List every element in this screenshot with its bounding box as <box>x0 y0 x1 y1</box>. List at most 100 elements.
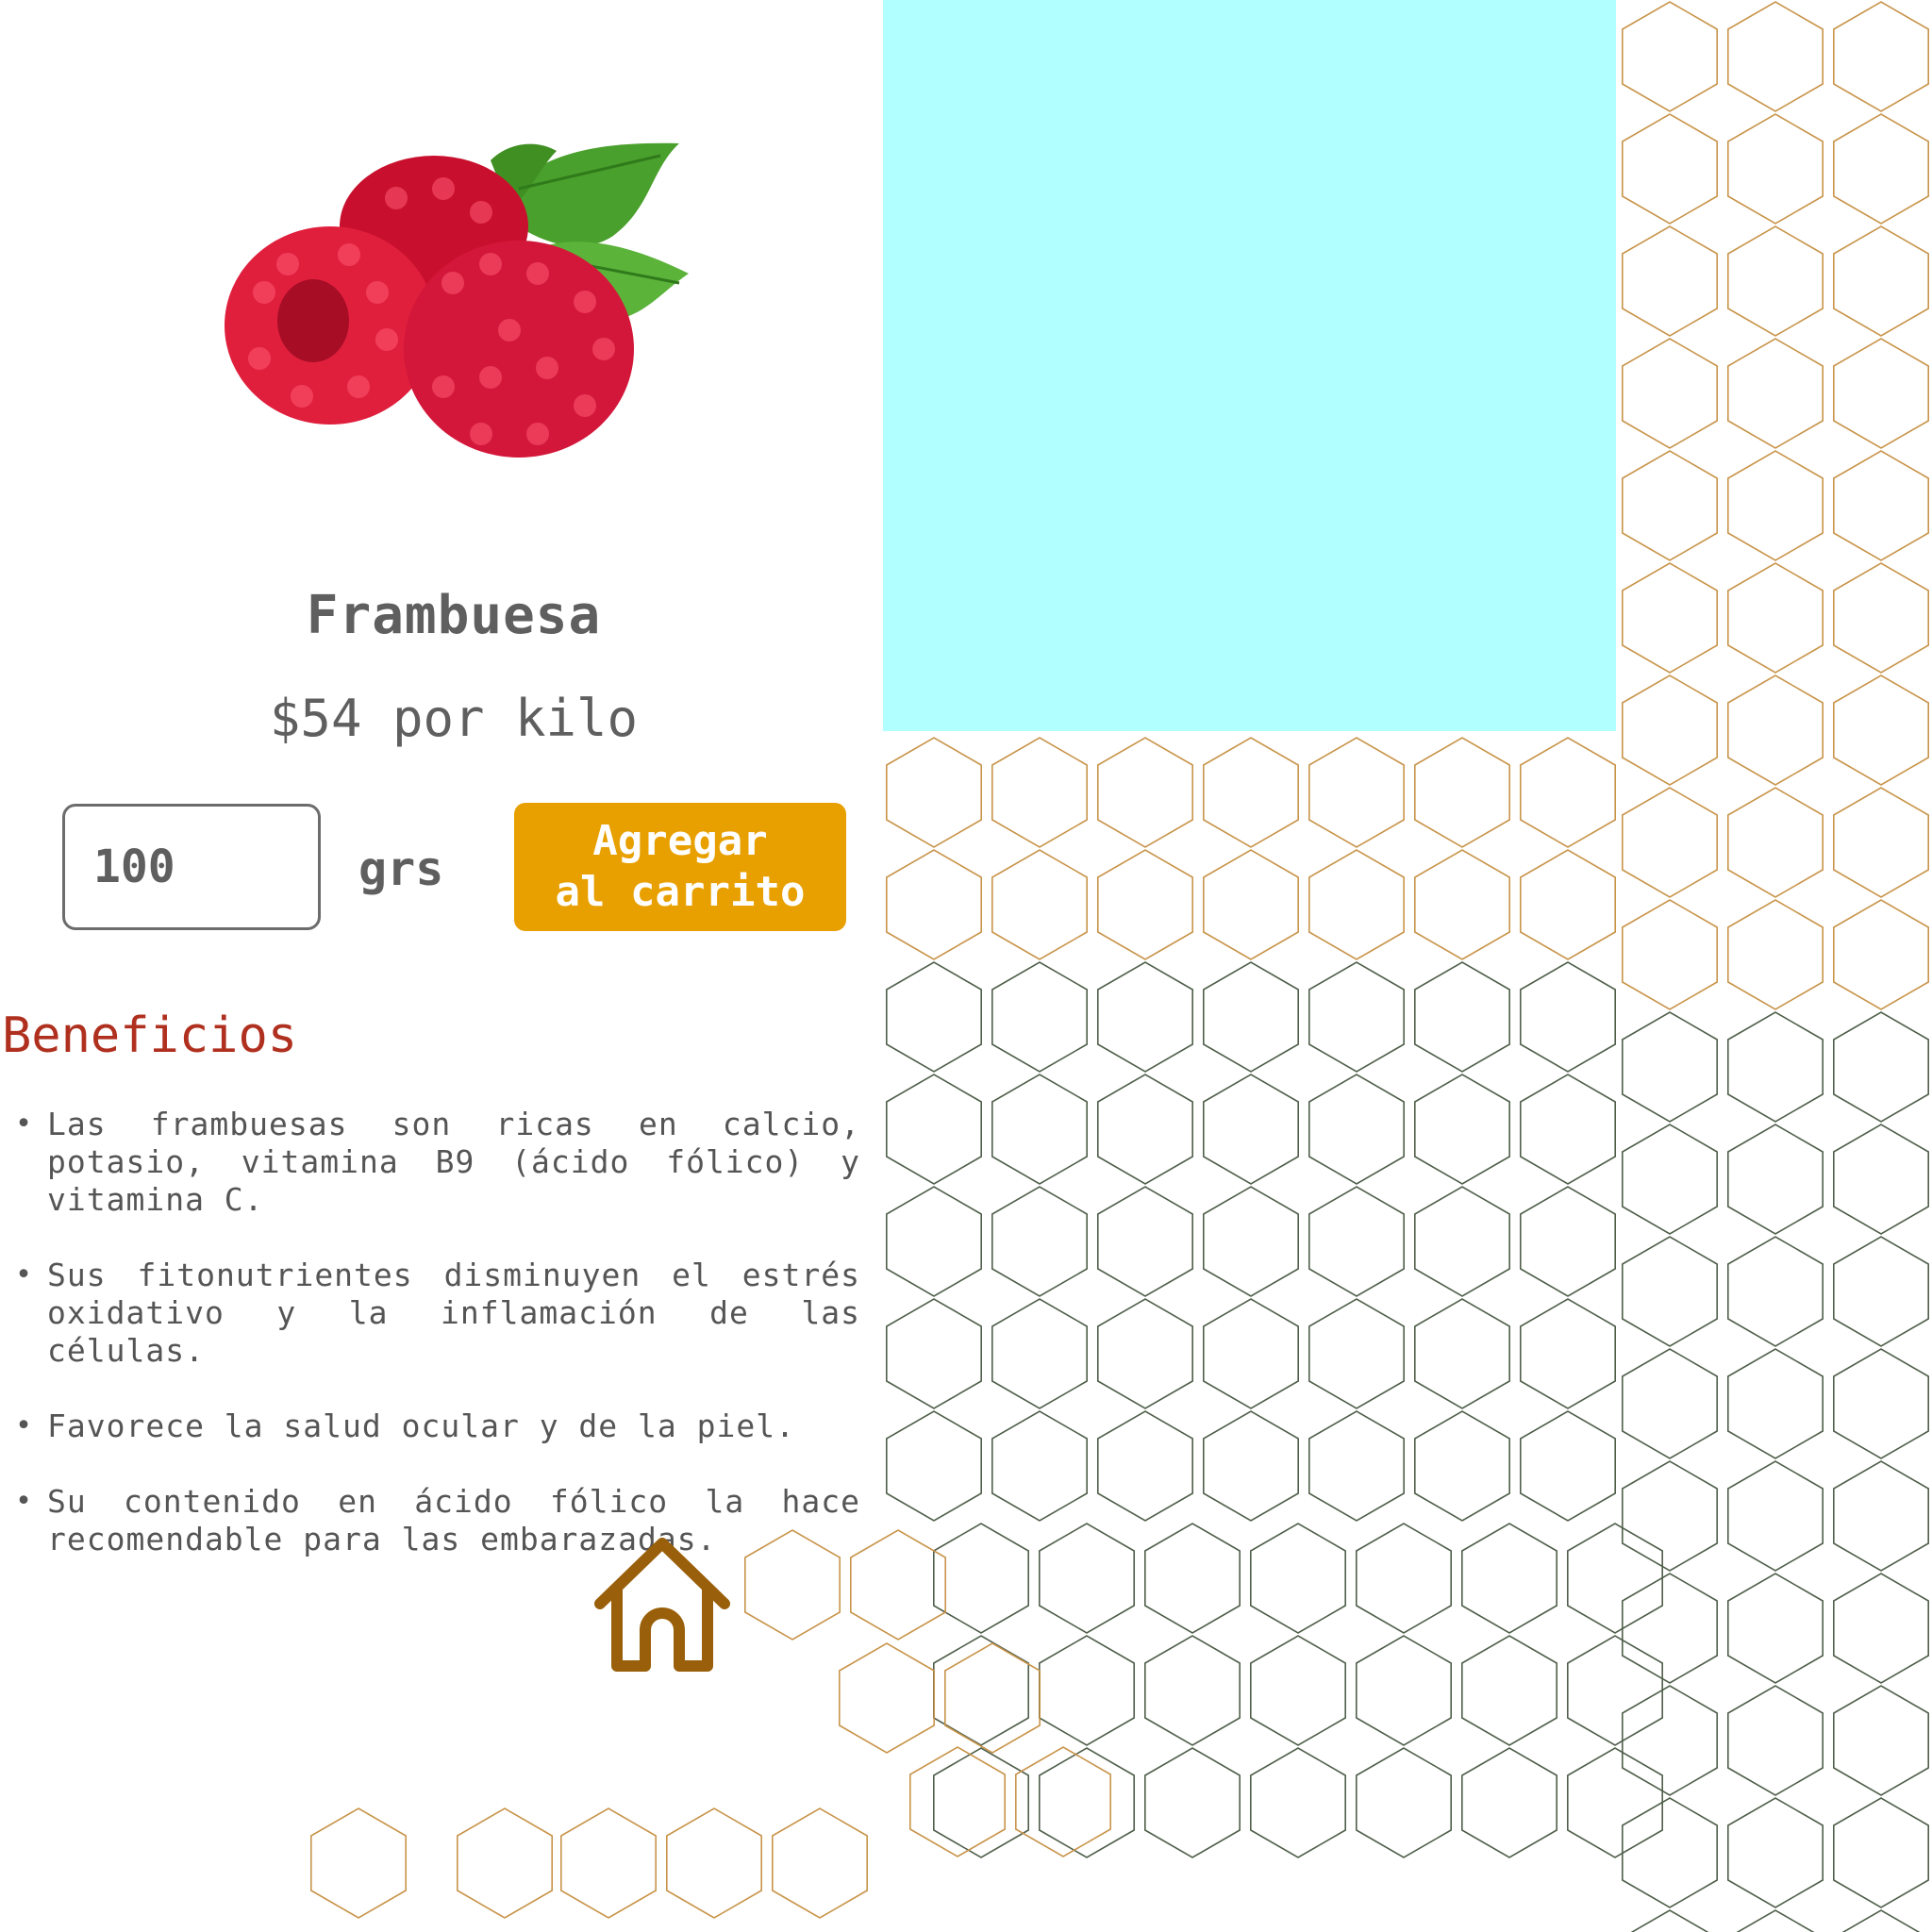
add-to-cart-button[interactable]: Agregar al carrito <box>514 803 846 931</box>
hexagon-shape <box>1356 1523 1452 1634</box>
hexagon-shape <box>1520 1410 1616 1522</box>
hexagon-shape <box>1622 225 1718 337</box>
hexagon-shape <box>1833 675 1929 786</box>
hexagon-shape <box>849 1529 947 1641</box>
hexagon-shape <box>885 1410 982 1522</box>
hexagon-shape <box>1039 1635 1135 1746</box>
hexagon-shape <box>1727 1573 1824 1684</box>
hexagon-shape <box>1622 1236 1718 1347</box>
hexagon-shape <box>1736 1909 1815 1932</box>
benefit-text: Sus fitonutrientes disminuyen el estrés … <box>47 1257 860 1369</box>
hero-color-panel <box>883 0 1616 731</box>
hexagon-shape <box>932 1635 1029 1746</box>
hexagon-shape <box>1727 1011 1824 1123</box>
hexagon-shape <box>1833 562 1929 674</box>
hexagon-shape <box>1727 562 1824 674</box>
hexagon-shape <box>1622 450 1718 561</box>
unit-label: grs <box>358 841 444 896</box>
list-item: • Favorece la salud ocular y de la piel. <box>15 1407 795 1444</box>
hexagon-shape <box>1622 113 1718 225</box>
hexagon-shape <box>1622 899 1718 1010</box>
hexagon-shape <box>991 1074 1088 1185</box>
hexagon-shape <box>1567 1635 1663 1746</box>
hexagon-shape <box>1622 1797 1718 1908</box>
hexagon-shape <box>1414 737 1510 848</box>
hexagon-shape <box>1622 787 1718 898</box>
hexagon-shape <box>1250 1635 1346 1746</box>
hexagon-shape <box>1461 1635 1557 1746</box>
benefit-text: Favorece la salud ocular y de la piel. <box>47 1407 795 1444</box>
hexagon-shape <box>1144 1747 1241 1858</box>
home-icon[interactable] <box>591 1532 734 1675</box>
hexagon-shape <box>1622 1460 1718 1572</box>
hexagon-shape <box>885 737 982 848</box>
hexagon-shape <box>1841 1909 1921 1932</box>
hexagon-shape <box>1833 1236 1929 1347</box>
raspberries-image <box>225 142 689 458</box>
hexagon-shape <box>885 1074 982 1185</box>
hexagon-shape <box>1833 1348 1929 1459</box>
hexagon-shape <box>1833 1460 1929 1572</box>
hexagon-shape <box>1308 849 1405 960</box>
hexagon-shape <box>1356 1635 1452 1746</box>
hexagon-shape <box>1833 1573 1929 1684</box>
product-price: $54 por kilo <box>269 689 639 748</box>
hexagon-shape <box>665 1807 763 1919</box>
hexagon-shape <box>1097 1298 1193 1409</box>
hexagon-shape <box>1833 1797 1929 1908</box>
hexagon-shape <box>1727 225 1824 337</box>
hexagon-shape <box>1414 849 1510 960</box>
hexagon-shape <box>1520 737 1616 848</box>
benefits-list: • Las frambuesas son ricas en calcio, pot… <box>15 1106 860 1596</box>
hexagon-shape <box>1727 1 1824 112</box>
hexagon-shape <box>1039 1523 1135 1634</box>
hexagon-shape <box>1622 562 1718 674</box>
hexagon-shape <box>1414 1074 1510 1185</box>
hexagon-shape <box>1622 1 1718 112</box>
hexagon-shape <box>932 1523 1029 1634</box>
hexagon-shape <box>1250 1523 1346 1634</box>
hexagon-shape <box>885 961 982 1073</box>
hexagon-shape <box>1356 1747 1452 1858</box>
hexagon-shape <box>1622 338 1718 449</box>
hexagon-shape <box>1097 1410 1193 1522</box>
hexagon-shape <box>943 1642 1041 1754</box>
product-name: Frambuesa <box>306 585 602 646</box>
hexagon-shape <box>1622 1011 1718 1123</box>
hexagon-shape <box>932 1747 1029 1858</box>
hexagon-shape <box>1727 675 1824 786</box>
hexagon-shape <box>1833 338 1929 449</box>
benefits-title: Beneficios <box>2 1008 298 1064</box>
hexagon-shape <box>1622 1348 1718 1459</box>
hexagon-shape <box>1727 113 1824 225</box>
hexagon-shape <box>1308 737 1405 848</box>
hexagon-shape <box>1308 1410 1405 1522</box>
hexagon-shape <box>1833 450 1929 561</box>
hexagon-shape <box>1520 1074 1616 1185</box>
benefit-text: Las frambuesas son ricas en calcio, pota… <box>47 1106 860 1218</box>
hexagon-shape <box>1097 961 1193 1073</box>
hexagon-shape <box>1203 849 1299 960</box>
hexagon-shape <box>991 1298 1088 1409</box>
hexagon-shape <box>1833 1124 1929 1235</box>
hexagon-shape <box>885 1298 982 1409</box>
hexagon-shape <box>309 1807 408 1919</box>
hexagon-shape <box>1833 787 1929 898</box>
hexagon-shape <box>1203 1186 1299 1297</box>
quantity-input[interactable]: 100 <box>62 804 321 930</box>
hexagon-shape <box>1203 1298 1299 1409</box>
hexagon-shape <box>1622 1685 1718 1796</box>
hexagon-shape <box>1727 1797 1824 1908</box>
hexagon-shape <box>1144 1523 1241 1634</box>
hexagon-shape <box>1308 961 1405 1073</box>
benefit-text: Su contenido en ácido fólico la hace rec… <box>47 1483 860 1557</box>
hexagon-shape <box>1567 1747 1663 1858</box>
hexagon-shape <box>1414 1186 1510 1297</box>
hexagon-shape <box>991 1410 1088 1522</box>
hexagon-shape <box>1144 1635 1241 1746</box>
hexagon-shape <box>1414 1298 1510 1409</box>
hexagon-shape <box>991 737 1088 848</box>
hexagon-shape <box>1727 338 1824 449</box>
hexagon-shape <box>456 1807 554 1919</box>
hexagon-shape <box>1622 1124 1718 1235</box>
